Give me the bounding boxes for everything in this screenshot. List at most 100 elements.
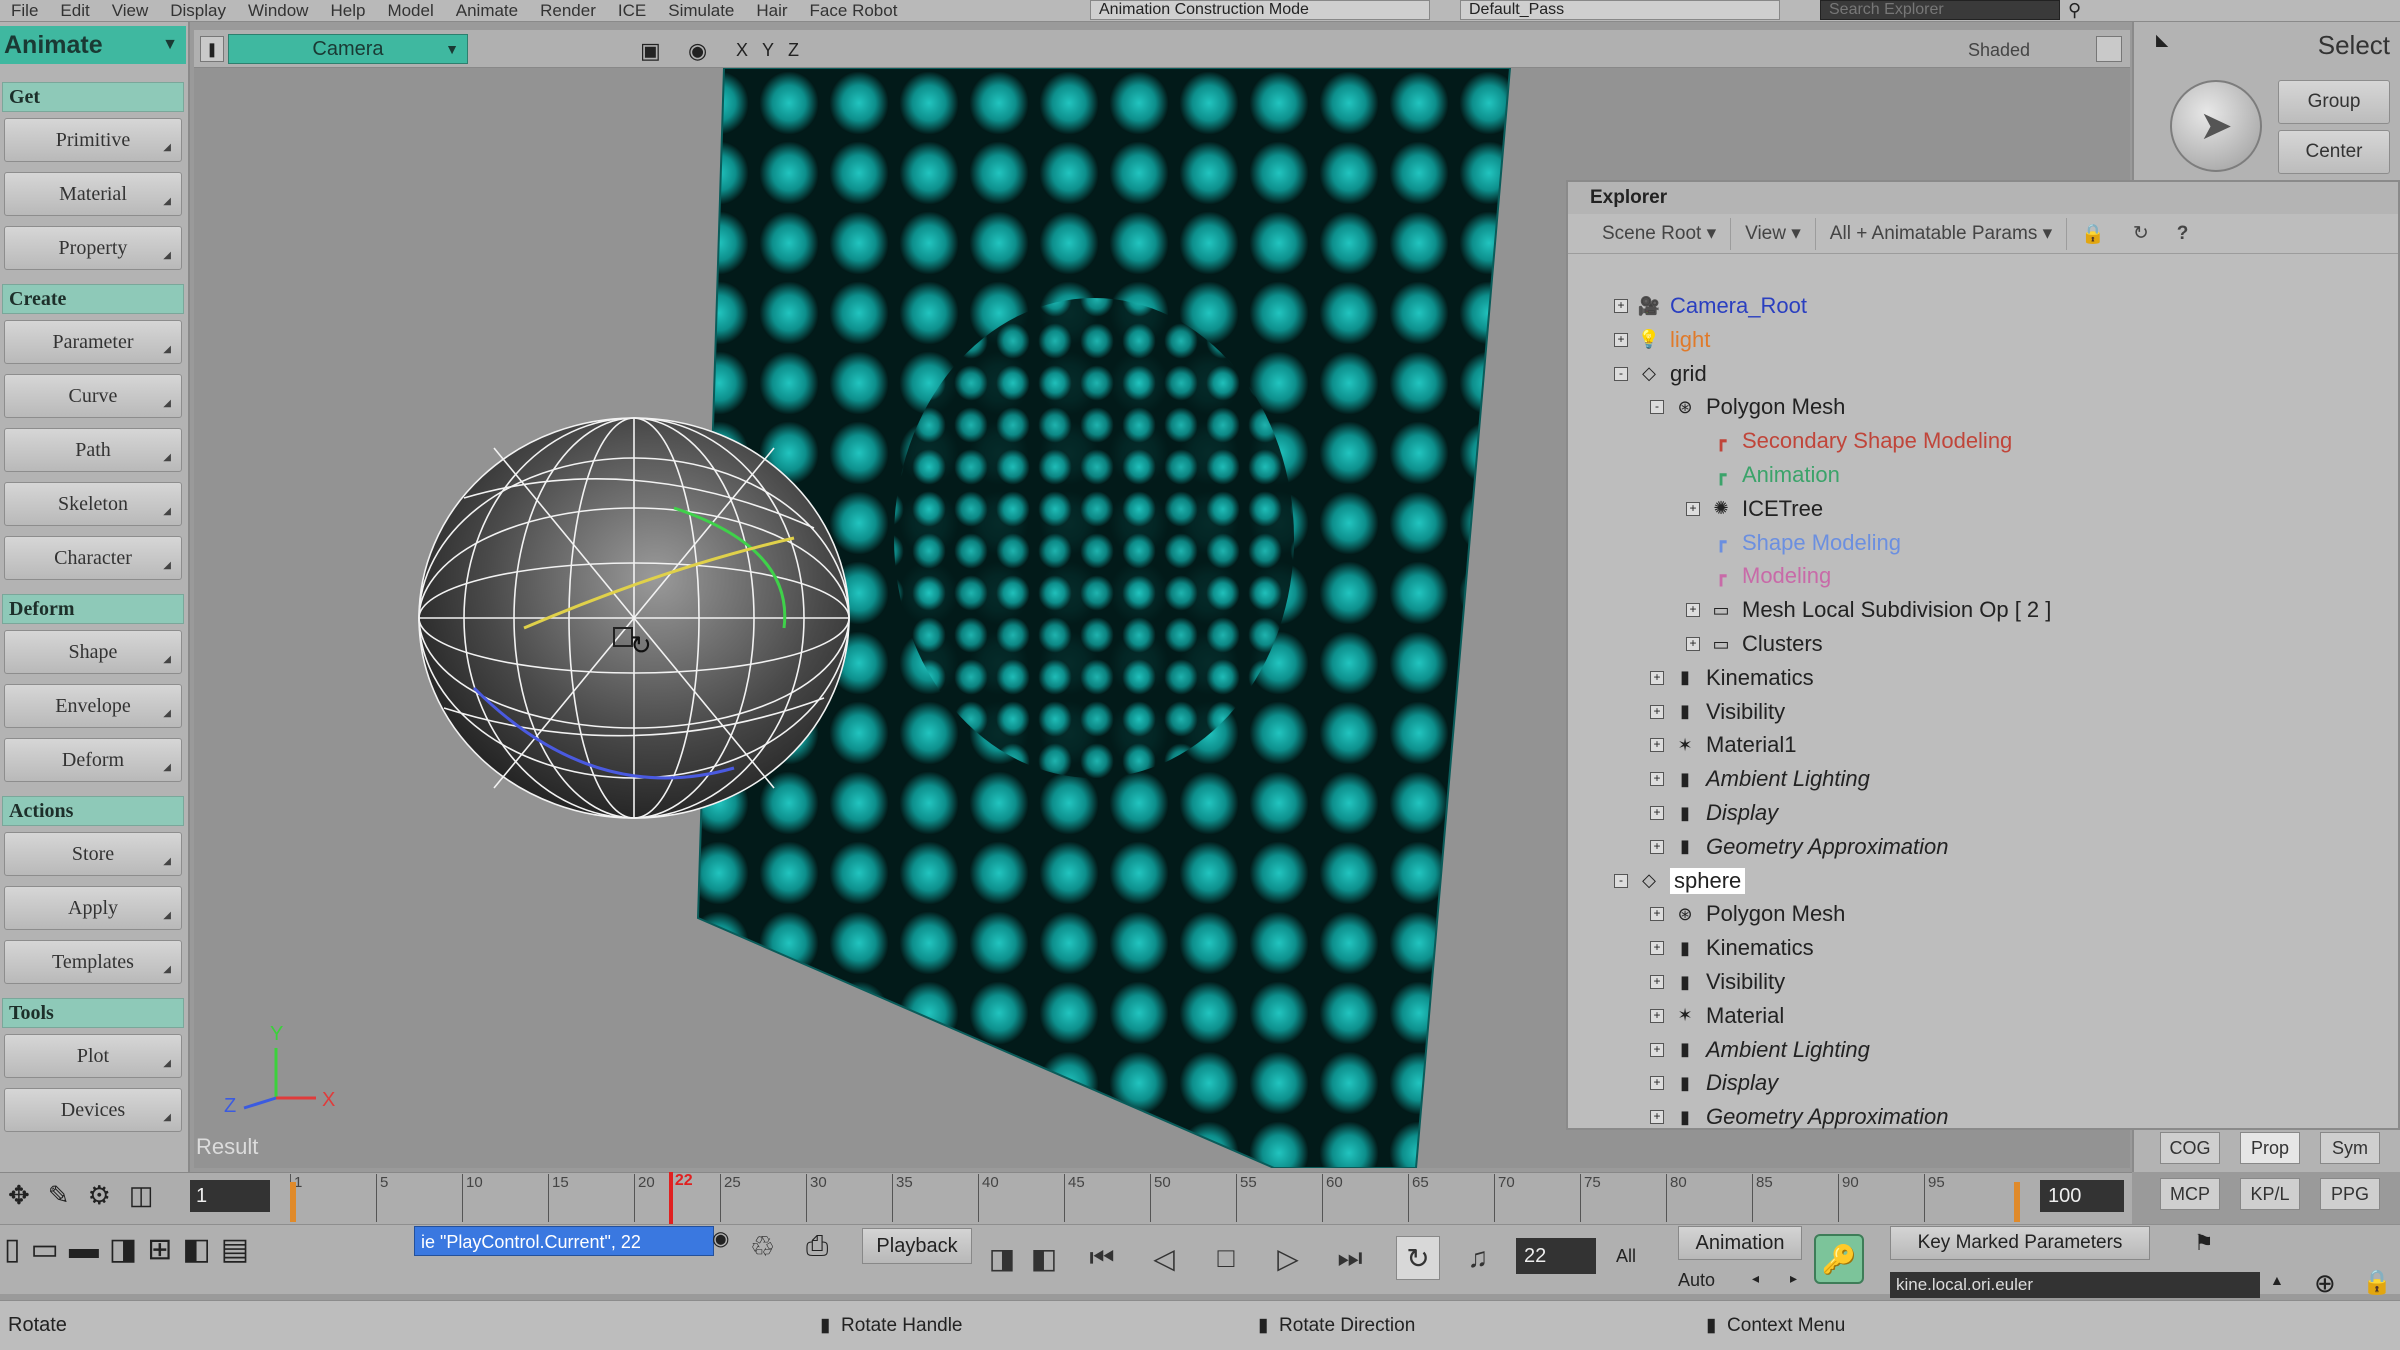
apply-button[interactable]: Apply ◢	[4, 886, 182, 930]
collapse-icon[interactable]: -	[1614, 873, 1628, 888]
tree-item[interactable]: +┏Shape Modeling	[1686, 527, 1901, 559]
tree-item[interactable]: + 🎥 Camera_Root	[1614, 290, 1807, 322]
axis-toggles[interactable]: X Y Z	[736, 40, 799, 61]
previous-key-icon[interactable]: ◨	[980, 1236, 1024, 1280]
menu-item-render[interactable]: Render	[529, 1, 607, 21]
expand-icon[interactable]: +	[1650, 670, 1664, 685]
last-frame-icon[interactable]: ⏭	[1328, 1236, 1372, 1280]
target-icon[interactable]: ⊕	[2314, 1268, 2336, 1299]
menu-item-window[interactable]: Window	[237, 1, 319, 21]
envelope-button[interactable]: Envelope ◢	[4, 684, 182, 728]
mcp-tab[interactable]: MCP	[2160, 1178, 2220, 1210]
layout-icon[interactable]: ◫	[129, 1180, 154, 1211]
pen-icon[interactable]: ✎	[48, 1180, 70, 1211]
start-range-marker[interactable]	[290, 1182, 296, 1222]
menu-item-file[interactable]: File	[0, 1, 49, 21]
tree-item[interactable]: + ▮ Geometry Approximation	[1650, 831, 1949, 863]
timeline-ruler[interactable]: 1 5 10 15 20 25 30 35 40 45 50 55 60 65 70 75 80 85 90 95 22	[290, 1172, 2030, 1224]
tree-item[interactable]: + ✶ Material	[1650, 1000, 1784, 1032]
menu-item-hair[interactable]: Hair	[745, 1, 798, 21]
tree-item[interactable]: - ◇ grid	[1614, 358, 1707, 390]
tree-item[interactable]: +┏Modeling	[1686, 560, 1832, 592]
tree-item[interactable]: + ▮ Visibility	[1650, 966, 1785, 998]
expand-icon[interactable]: +	[1614, 332, 1628, 347]
axis-z-label[interactable]: Z	[788, 40, 799, 61]
tree-item[interactable]: + ▮ Display	[1650, 1067, 1778, 1099]
tree-item[interactable]: - ◇ sphere	[1614, 865, 1746, 897]
loop-icon[interactable]: ↻	[1396, 1236, 1440, 1280]
parameter-button[interactable]: Parameter ◢	[4, 320, 182, 364]
expand-icon[interactable]: +	[1650, 704, 1664, 719]
menu-item-edit[interactable]: Edit	[49, 1, 100, 21]
expand-icon[interactable]: +	[1686, 603, 1700, 618]
padlock-icon[interactable]: 🔒	[2362, 1268, 2392, 1297]
expand-icon[interactable]: +	[1686, 637, 1700, 651]
expand-icon[interactable]: +	[1650, 907, 1664, 922]
devices-button[interactable]: Devices ◢	[4, 1088, 182, 1132]
gear-icon[interactable]: ⚙	[88, 1180, 111, 1211]
tree-item[interactable]: + ▮ Ambient Lighting	[1650, 1034, 1870, 1066]
command-field[interactable]: ie "PlayControl.Current", 22	[414, 1226, 714, 1256]
pass-combo[interactable]: Default_Pass	[1460, 0, 1780, 20]
store-button[interactable]: Store ◢	[4, 832, 182, 876]
tree-item[interactable]: + ▮ Kinematics	[1650, 662, 1814, 694]
expand-icon[interactable]: +	[1650, 738, 1664, 753]
primitive-button[interactable]: Primitive ◢	[4, 118, 182, 162]
menu-item-ice[interactable]: ICE	[607, 1, 657, 21]
mode-select[interactable]: Animate ▼	[0, 26, 186, 64]
menu-item-help[interactable]: Help	[319, 1, 376, 21]
eye-icon[interactable]: ◉	[688, 38, 707, 64]
expand-icon[interactable]: +	[1650, 975, 1664, 989]
tree-item[interactable]: + ▮ Ambient Lighting	[1650, 763, 1870, 795]
ppg-tab[interactable]: PPG	[2320, 1178, 2380, 1210]
layout-1-icon[interactable]: ▯	[4, 1232, 21, 1267]
viewport-maximize-button[interactable]: ❚	[200, 36, 224, 62]
refresh-icon[interactable]: ↻	[2119, 218, 2163, 250]
kpl-tab[interactable]: KP/L	[2240, 1178, 2300, 1210]
script-icon[interactable]: ♲	[750, 1230, 775, 1263]
previous-key-arrow-icon[interactable]: ◂	[1752, 1270, 1759, 1287]
expand-icon[interactable]: +	[1650, 772, 1664, 787]
current-frame-field[interactable]: 22	[1516, 1238, 1596, 1274]
scroll-up-icon[interactable]: ▲	[2270, 1272, 2284, 1288]
menu-item-face-robot[interactable]: Face Robot	[799, 1, 909, 21]
collapse-icon[interactable]: -	[1614, 366, 1628, 381]
scene-root-dropdown[interactable]: Scene Root ▾	[1588, 217, 1732, 250]
search-input[interactable]: Search Explorer	[1820, 0, 2060, 20]
start-frame-field[interactable]: 1	[190, 1180, 270, 1212]
auto-key-toggle[interactable]: Auto	[1678, 1270, 1715, 1291]
lock-icon[interactable]: 🔒	[2067, 218, 2119, 250]
expand-icon[interactable]: +	[1650, 1042, 1664, 1057]
play-backward-icon[interactable]: ◁	[1142, 1236, 1186, 1280]
layout-6-icon[interactable]: ◧	[182, 1232, 210, 1267]
expand-icon[interactable]: +	[1686, 501, 1700, 516]
filter-dropdown[interactable]: All + Animatable Params ▾	[1816, 217, 2068, 250]
expand-icon[interactable]: +	[1650, 1110, 1664, 1125]
tree-item[interactable]: + ✺ ICETree	[1686, 493, 1823, 525]
end-frame-field[interactable]: 100	[2040, 1180, 2124, 1212]
sym-tab[interactable]: Sym	[2320, 1132, 2380, 1164]
menu-item-display[interactable]: Display	[159, 1, 237, 21]
play-forward-icon[interactable]: ▷	[1266, 1236, 1310, 1280]
next-key-icon[interactable]: ◧	[1022, 1236, 1066, 1280]
tree-item[interactable]: + ▭ Mesh Local Subdivision Op [ 2 ]	[1686, 594, 2051, 626]
path-button[interactable]: Path ◢	[4, 428, 182, 472]
clipboard-icon[interactable]: ⎙	[806, 1230, 828, 1263]
select-arrow-button[interactable]: ➤	[2170, 80, 2262, 172]
view-dropdown[interactable]: View ▾	[1731, 217, 1816, 250]
command-history-icon[interactable]: ◉	[712, 1226, 729, 1251]
tree-item[interactable]: +┏Secondary Shape Modeling	[1686, 425, 2013, 457]
tree-item[interactable]: + ▮ Kinematics	[1650, 932, 1814, 964]
shape-button[interactable]: Shape ◢	[4, 630, 182, 674]
key-icon[interactable]: 🔑	[1814, 1234, 1864, 1284]
tree-item[interactable]: + ▭ Clusters	[1686, 628, 1823, 660]
tree-item[interactable]: - ⊛ Polygon Mesh	[1650, 391, 1845, 423]
end-range-marker[interactable]	[2014, 1182, 2020, 1222]
deform-button[interactable]: Deform ◢	[4, 738, 182, 782]
layout-5-icon[interactable]: ⊞	[147, 1232, 172, 1267]
expand-icon[interactable]: +	[1650, 1008, 1664, 1023]
plot-button[interactable]: Plot ◢	[4, 1034, 182, 1078]
collapse-icon[interactable]: -	[1650, 400, 1664, 415]
tree-item[interactable]: + 💡 light	[1614, 324, 1710, 356]
expand-icon[interactable]: +	[1650, 806, 1664, 820]
